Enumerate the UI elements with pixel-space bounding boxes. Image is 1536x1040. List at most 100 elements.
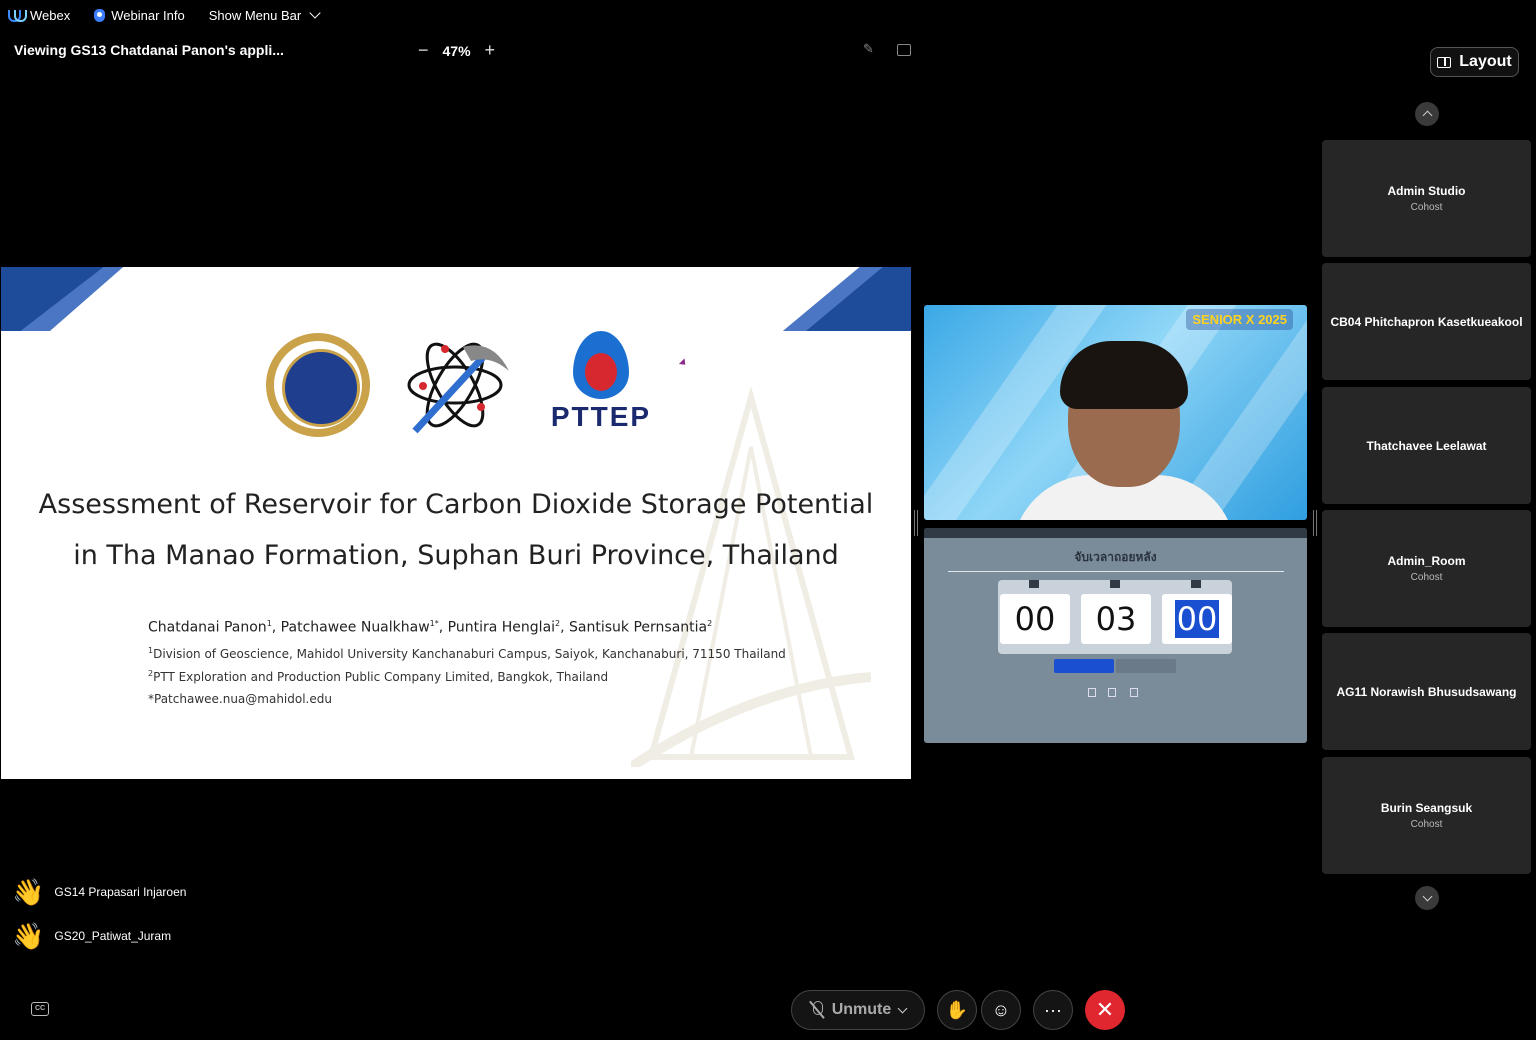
- shield-icon: [94, 8, 106, 22]
- pttep-logo: PTTEP: [539, 331, 663, 441]
- reactions-button[interactable]: ☺: [981, 990, 1021, 1030]
- splitter-handle[interactable]: [914, 510, 918, 536]
- raised-hand-item[interactable]: 👋 GS20_Patiwat_Juram: [12, 921, 171, 951]
- raised-hand-icon: 👋: [12, 921, 45, 951]
- timer-hours[interactable]: 00: [1000, 594, 1070, 644]
- author-name: , Puntira Henglai: [438, 619, 556, 636]
- timer-seconds-value: 00: [1174, 600, 1220, 638]
- layout-label: Layout: [1459, 53, 1512, 70]
- splitter-handle[interactable]: [1313, 510, 1317, 536]
- unmute-label: Unmute: [831, 1001, 892, 1018]
- pointer-cursor-icon: [678, 358, 689, 368]
- author-name: , Santisuk Pernsantia: [560, 619, 708, 636]
- timer-preset-button[interactable]: [1108, 688, 1116, 697]
- scroll-up-button[interactable]: [1415, 102, 1439, 126]
- participant-tile[interactable]: Admin_Room Cohost: [1322, 510, 1531, 627]
- reaction-smiley-icon: ☺: [991, 999, 1011, 1020]
- geoscience-atom-logo: [407, 342, 509, 434]
- author-name: , Patchawee Nualkhaw: [271, 619, 430, 636]
- slide-title: Assessment of Reservoir for Carbon Dioxi…: [1, 479, 911, 581]
- annotate-icon[interactable]: [863, 41, 877, 57]
- layout-button[interactable]: Layout: [1430, 47, 1519, 77]
- timer-preset-button[interactable]: [1130, 688, 1138, 697]
- timer-minutes[interactable]: 03: [1081, 594, 1151, 644]
- chevron-up-icon: [1422, 110, 1432, 121]
- raise-hand-button[interactable]: ✋: [937, 990, 977, 1030]
- event-banner: SENIOR X 2025: [1186, 309, 1293, 330]
- participant-tile[interactable]: Admin Studio Cohost: [1322, 140, 1531, 257]
- participant-role: Cohost: [1410, 572, 1443, 583]
- slide-title-line: in Tha Manao Formation, Suphan Buri Prov…: [73, 540, 839, 571]
- popout-icon[interactable]: [897, 44, 911, 56]
- affiliation-2: 2PTT Exploration and Production Public C…: [148, 669, 608, 684]
- leave-meeting-button[interactable]: ✕: [1085, 990, 1125, 1030]
- webinar-info-menu[interactable]: Webinar Info: [94, 7, 185, 23]
- mic-off-icon: [810, 1001, 824, 1019]
- chevron-down-icon[interactable]: [897, 1003, 908, 1013]
- raised-hand-icon: 👋: [12, 877, 45, 907]
- participant-name: CB04 Phitchapron Kasetkueakool: [1330, 314, 1523, 329]
- raised-hand-item[interactable]: 👋 GS14 Prapasari Injaroen: [12, 877, 186, 907]
- timer-cancel-button[interactable]: [1116, 659, 1176, 673]
- hand-icon: ✋: [945, 999, 969, 1020]
- participant-name: AG11 Norawish Bhusudsawang: [1336, 684, 1517, 699]
- participant-tile[interactable]: AG11 Norawish Bhusudsawang: [1322, 633, 1531, 750]
- zoom-out-button[interactable]: −: [418, 40, 429, 61]
- timer-start-button[interactable]: [1054, 659, 1114, 673]
- slide-title-line: Assessment of Reservoir for Carbon Dioxi…: [38, 489, 874, 520]
- slide-authors: Chatdanai Panon1, Patchawee Nualkhaw1*, …: [148, 619, 712, 636]
- author-superscript: 1*: [429, 619, 439, 628]
- speaker-hair: [1060, 341, 1188, 409]
- affiliation-1: 1Division of Geoscience, Mahidol Univers…: [148, 646, 786, 661]
- scroll-down-button[interactable]: [1415, 886, 1439, 910]
- participant-name: Admin Studio: [1387, 184, 1466, 198]
- pttep-logo-text: PTTEP: [550, 401, 652, 432]
- more-options-button[interactable]: ···: [1033, 990, 1073, 1030]
- show-menu-bar-button[interactable]: Show Menu Bar: [208, 7, 321, 23]
- digit-label-tab: [1110, 580, 1120, 588]
- timer-preset-button[interactable]: [1088, 688, 1096, 697]
- timer-heading: จับเวลาถอยหลัง: [1074, 550, 1157, 564]
- participant-role: Cohost: [1410, 202, 1443, 213]
- participant-name: Thatchavee Leelawat: [1366, 438, 1487, 453]
- affiliation-text: Division of Geoscience, Mahidol Universi…: [153, 647, 786, 661]
- zoom-level: 47%: [442, 42, 471, 59]
- zoom-control: − 47% +: [418, 40, 495, 61]
- participant-tile[interactable]: Thatchavee Leelawat: [1322, 387, 1531, 504]
- timer-divider: [948, 571, 1284, 572]
- menu-bar: Webex Webinar Info Show Menu Bar: [0, 0, 1536, 30]
- raised-hand-name: GS14 Prapasari Injaroen: [54, 885, 187, 899]
- pttep-drop-icon: [573, 331, 629, 399]
- timer-app-titlebar: [924, 528, 1307, 538]
- timer-digits: 00 03 00: [998, 580, 1232, 654]
- digit-label-tab: [1029, 580, 1039, 588]
- participant-tile[interactable]: Burin Seangsuk Cohost: [1322, 757, 1531, 874]
- timer-seconds[interactable]: 00: [1162, 594, 1232, 644]
- close-icon: ✕: [1095, 997, 1115, 1022]
- share-toolbar: Viewing GS13 Chatdanai Panon's appli... …: [0, 36, 920, 64]
- participant-role: Cohost: [1410, 819, 1443, 830]
- participant-tile[interactable]: CB04 Phitchapron Kasetkueakool: [1322, 263, 1531, 380]
- closed-captions-icon[interactable]: CC: [31, 1002, 49, 1016]
- participant-name: Admin_Room: [1387, 554, 1466, 568]
- webex-logo-icon: [8, 9, 27, 22]
- unmute-button[interactable]: Unmute: [791, 990, 925, 1030]
- layout-icon: [1437, 56, 1452, 68]
- speaker-video[interactable]: SENIOR X 2025: [924, 305, 1307, 520]
- mahidol-seal-logo: [266, 333, 370, 437]
- countdown-timer-app: จับเวลาถอยหลัง 00 03 00: [924, 528, 1307, 743]
- show-menu-bar-label: Show Menu Bar: [208, 7, 302, 23]
- participant-name: Burin Seangsuk: [1380, 801, 1473, 815]
- share-title: Viewing GS13 Chatdanai Panon's appli...: [14, 42, 284, 58]
- webinar-info-label: Webinar Info: [111, 7, 185, 23]
- zoom-in-button[interactable]: +: [485, 40, 496, 61]
- chevron-down-icon: [309, 7, 321, 19]
- digit-label-tab: [1191, 580, 1201, 588]
- webex-menu[interactable]: Webex: [8, 8, 70, 23]
- more-icon: ···: [1044, 999, 1062, 1020]
- contact-email: *Patchawee.nua@mahidol.edu: [148, 692, 332, 706]
- affiliation-text: PTT Exploration and Production Public Co…: [153, 670, 609, 684]
- webex-label: Webex: [30, 7, 71, 23]
- raised-hand-name: GS20_Patiwat_Juram: [54, 929, 172, 943]
- author-superscript: 2: [707, 619, 713, 628]
